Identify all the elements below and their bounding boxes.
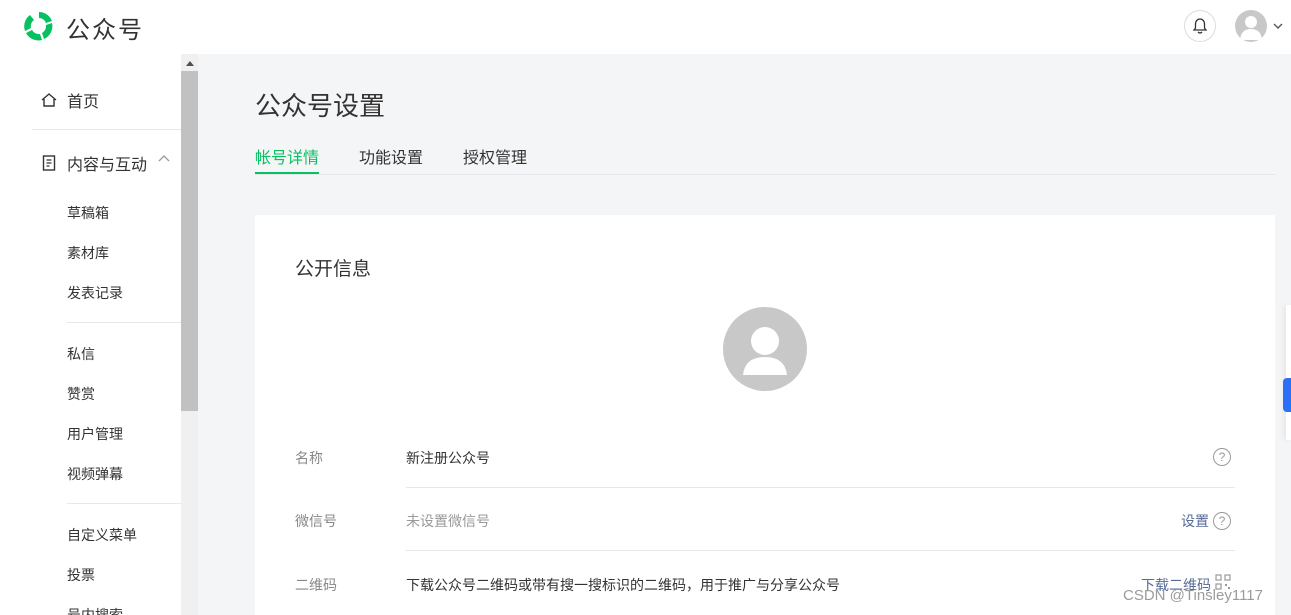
qrcode-description: 下载公众号二维码或带有搜一搜标识的二维码，用于推广与分享公众号 bbox=[406, 577, 840, 593]
row-divider bbox=[406, 550, 1235, 551]
sidebar-item-in-account-search[interactable]: 号内搜索 bbox=[67, 605, 123, 615]
card-title: 公开信息 bbox=[295, 259, 372, 280]
page-title: 公众号设置 bbox=[255, 91, 386, 121]
sidebar: 首页 内容与互动 草稿箱 素材库 发表记录 私信 赞赏 用户管理 视频弹幕 自定… bbox=[0, 54, 181, 615]
public-info-card bbox=[255, 215, 1275, 615]
active-tab-indicator bbox=[255, 172, 319, 174]
tab-account-details[interactable]: 帐号详情 bbox=[255, 144, 319, 168]
sidebar-item-messages[interactable]: 私信 bbox=[67, 344, 95, 364]
sidebar-group-content[interactable]: 内容与互动 bbox=[40, 151, 147, 175]
sidebar-divider bbox=[32, 129, 181, 130]
watermark: CSDN @Tinsley1117 bbox=[1123, 587, 1263, 604]
sidebar-item-rewards[interactable]: 赞赏 bbox=[67, 384, 95, 404]
sidebar-item-drafts[interactable]: 草稿箱 bbox=[67, 203, 109, 223]
help-icon[interactable]: ? bbox=[1213, 448, 1231, 466]
help-icon[interactable]: ? bbox=[1213, 512, 1231, 530]
floating-side-panel bbox=[1286, 305, 1291, 440]
sidebar-item-home[interactable]: 首页 bbox=[40, 88, 99, 112]
sidebar-group-label: 内容与互动 bbox=[67, 157, 148, 174]
tabs-divider bbox=[255, 174, 1275, 175]
sidebar-item-publish-records[interactable]: 发表记录 bbox=[67, 283, 123, 303]
notification-button[interactable] bbox=[1184, 10, 1216, 42]
name-label: 名称 bbox=[295, 450, 323, 466]
wechat-id-label: 微信号 bbox=[295, 513, 337, 529]
chevron-down-icon[interactable] bbox=[1272, 20, 1284, 32]
bell-icon bbox=[1192, 18, 1208, 34]
wechat-id-value: 未设置微信号 bbox=[406, 513, 490, 529]
scroll-up-button[interactable] bbox=[181, 54, 198, 71]
brand-name: 公众号 bbox=[66, 17, 144, 44]
sidebar-item-materials[interactable]: 素材库 bbox=[67, 243, 109, 263]
user-avatar[interactable] bbox=[1235, 10, 1267, 42]
account-avatar[interactable] bbox=[723, 307, 807, 391]
sidebar-divider bbox=[67, 322, 181, 323]
user-silhouette-icon bbox=[1240, 16, 1262, 40]
tab-feature-settings[interactable]: 功能设置 bbox=[359, 144, 423, 168]
row-divider bbox=[406, 487, 1235, 488]
sidebar-item-video-danmaku[interactable]: 视频弹幕 bbox=[67, 464, 123, 484]
floating-side-tab[interactable] bbox=[1283, 378, 1291, 412]
qrcode-label: 二维码 bbox=[295, 577, 337, 593]
user-silhouette-icon bbox=[743, 327, 787, 375]
tab-authorization[interactable]: 授权管理 bbox=[463, 144, 527, 168]
sidebar-item-custom-menu[interactable]: 自定义菜单 bbox=[67, 525, 137, 545]
scrollbar-thumb[interactable] bbox=[181, 71, 198, 411]
set-wechat-id-link[interactable]: 设置 bbox=[1181, 511, 1209, 531]
top-header: 公众号 bbox=[0, 0, 1291, 54]
triangle-up-icon bbox=[185, 60, 194, 66]
sidebar-item-label: 首页 bbox=[67, 94, 100, 111]
home-icon bbox=[40, 91, 58, 109]
chevron-up-icon[interactable] bbox=[157, 153, 171, 163]
name-value: 新注册公众号 bbox=[406, 450, 490, 466]
document-icon bbox=[40, 154, 58, 172]
sidebar-item-user-management[interactable]: 用户管理 bbox=[67, 424, 123, 444]
wechat-official-logo-icon[interactable] bbox=[22, 9, 56, 43]
sidebar-scrollbar[interactable] bbox=[181, 54, 198, 615]
sidebar-item-vote[interactable]: 投票 bbox=[67, 565, 95, 585]
sidebar-divider bbox=[67, 503, 181, 504]
